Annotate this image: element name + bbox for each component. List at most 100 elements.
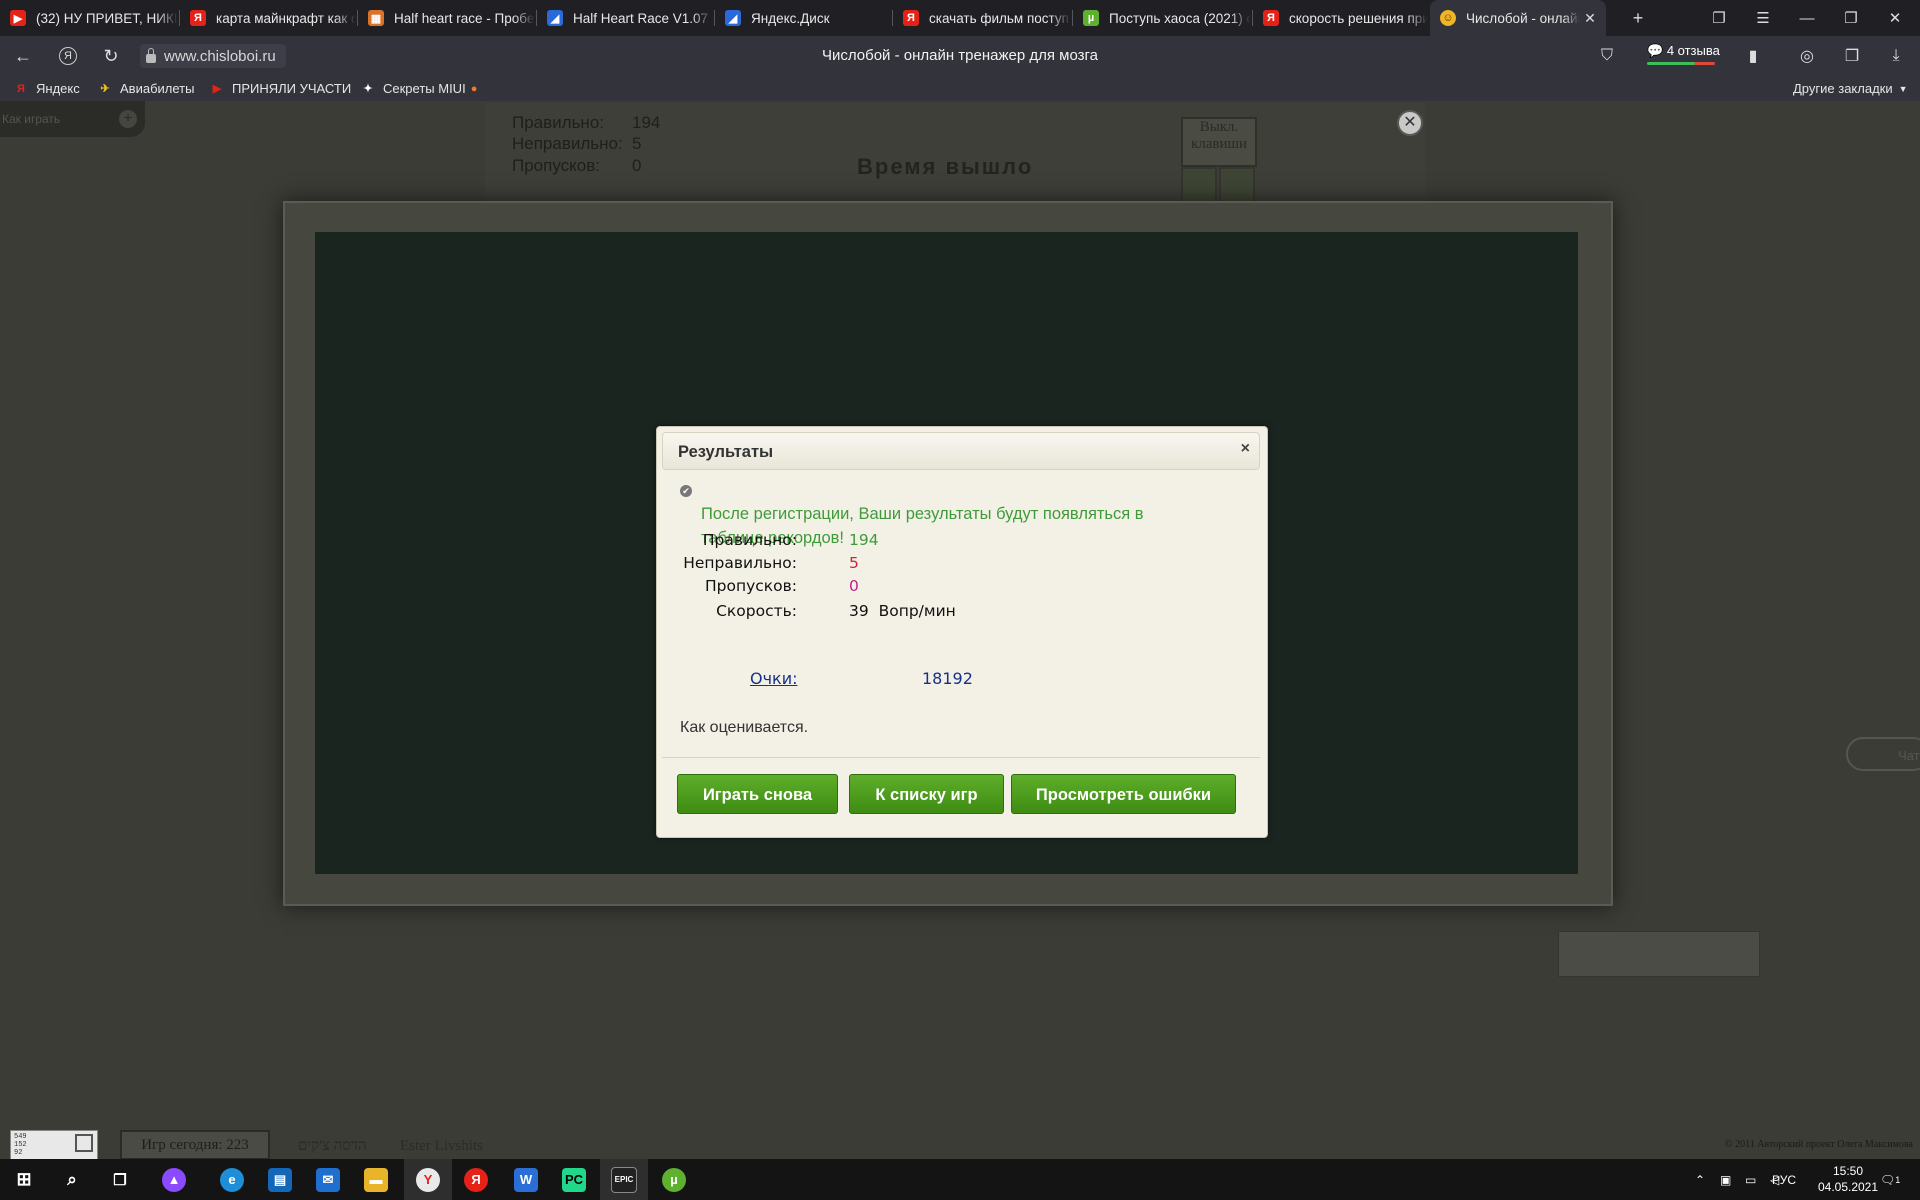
close-circle-icon[interactable]: ✕ [1397,110,1423,136]
utorrent-icon: µ [1083,10,1099,26]
keyboard-toggle-button[interactable]: Выкл. клавиши [1181,117,1257,167]
reviews-button[interactable]: 💬 4 отзыва [1647,43,1720,65]
bookmark-icon[interactable]: ▮ [1735,36,1771,76]
time-out-message: Время вышло [857,154,1034,179]
bookmark-item[interactable]: ✈ Авиабилеты [98,76,194,101]
result-value: 194 [849,531,879,549]
score-label-link[interactable]: Очки: [750,669,798,688]
divider [662,757,1260,758]
bookmark-item[interactable]: ✦ Секреты MIUI ● [361,76,477,101]
task-view-icon[interactable]: ❐ [96,1159,144,1200]
yandex-icon: Я [1263,10,1279,26]
explorer-icon[interactable]: ▬ [352,1159,400,1200]
tab-separator [892,10,893,26]
store-icon[interactable]: ▤ [256,1159,304,1200]
collections-icon[interactable]: ❐ [1834,36,1870,76]
yandex-icon: Я [190,10,206,26]
bookmark-item[interactable]: ▶ ПРИНЯЛИ УЧАСТИ [210,76,351,101]
address-bar: ← Я ↻ www.chisloboi.ru Числобой - онлайн… [0,36,1920,76]
tab-separator [179,10,180,26]
tab-close-icon[interactable]: ✕ [1580,10,1600,27]
wps-icon[interactable]: W [502,1159,550,1200]
start-windows-icon[interactable]: ⊞ [0,1159,48,1200]
games-list-button[interactable]: К списку игр [849,774,1004,814]
dialog-header: Результаты × [662,432,1260,470]
result-label: Правильно: [702,531,797,549]
url-field[interactable]: www.chisloboi.ru [140,44,286,68]
tab[interactable]: ◢ Half Heart Race V1.07 ( [537,0,713,36]
tab[interactable]: ☺ Числобой - онлайн тре✕ [1430,0,1606,36]
player-name-hebrew[interactable]: הדסה צ'קים [298,1138,367,1155]
tab[interactable]: ◢ Яндекс.Диск [715,0,891,36]
chat-button[interactable]: Чат [1846,737,1920,771]
yandex-icon: Я [903,10,919,26]
info-icon: ✔ [680,485,692,497]
language-indicator[interactable]: РУС [1772,1159,1796,1200]
pycharm-icon[interactable]: PC [550,1159,598,1200]
plus-icon[interactable]: + [119,110,137,128]
bookmark-label: Секреты MIUI [383,81,466,96]
close-icon[interactable]: × [1241,440,1250,458]
how-to-play-tab[interactable]: Как играть + [0,101,145,137]
tab-title: Числобой - онлайн тре [1466,10,1580,26]
eraser [1558,931,1760,977]
result-row: Пропусков: 0 [657,577,1267,599]
network-icon[interactable]: ▭ [1745,1159,1756,1200]
how-to-play-label: Как играть [2,112,61,126]
bookmark-item[interactable]: Я Яндекс [14,76,80,101]
epic-games-icon[interactable]: EPIC [600,1159,648,1200]
stat-skipped-value: 0 [632,156,642,175]
option-button-1[interactable] [1181,167,1217,203]
chevron-up-icon[interactable]: ⌃ [1695,1159,1705,1200]
new-tab-icon[interactable]: + [1623,0,1653,36]
tab-title: карта майнкрафт как с [216,10,356,26]
clock-date: 04.05.2021 [1817,1180,1879,1194]
clock[interactable]: 15:50 04.05.2021 [1808,1163,1888,1195]
visit-counter[interactable]: 549 152 92 [10,1130,98,1159]
games-today-badge: Игр сегодня: 223 [120,1130,270,1159]
tab[interactable]: ▶ (32) НУ ПРИВЕТ, НИКИТ [0,0,178,36]
utorrent-icon[interactable]: µ [650,1159,698,1200]
tab[interactable]: Яскорость решения при [1253,0,1428,36]
mail-icon[interactable]: ✉ [304,1159,352,1200]
tab-title: (32) НУ ПРИВЕТ, НИКИТ [36,10,178,26]
screen-icon[interactable]: ▣ [1720,1159,1731,1200]
yandex-browser-icon[interactable]: Y [404,1159,452,1200]
minimize-icon[interactable]: — [1785,0,1829,36]
tab[interactable]: Яскачать фильм поступ [893,0,1071,36]
tab[interactable]: Якарта майнкрафт как с [180,0,356,36]
counter-line: 92 [14,1149,23,1157]
menu-icon[interactable]: ☰ [1741,0,1785,36]
tab[interactable]: µ Поступь хаоса (2021) с [1073,0,1251,36]
tab[interactable]: ▦ Half heart race - Пробе [358,0,535,36]
restore-icon[interactable]: ❐ [1829,0,1873,36]
search-icon[interactable]: ⌕ [48,1159,96,1200]
other-bookmarks[interactable]: Другие закладки ▼ [1793,76,1908,101]
notification-count: 1 [1895,1174,1901,1185]
url-text: www.chisloboi.ru [164,47,276,65]
result-value: 0 [849,577,859,595]
view-errors-button[interactable]: Просмотреть ошибки [1011,774,1236,814]
results-dialog: Результаты × ✔ После регистрации, Ваши р… [656,426,1268,838]
player-name-latin[interactable]: Ester Livshits [400,1138,483,1155]
close-window-icon[interactable]: ✕ [1873,0,1917,36]
edge-icon[interactable]: e [208,1159,256,1200]
protect-icon[interactable]: ⛉ [1589,36,1625,76]
game-stats-panel [485,103,1425,201]
stat-correct-value: 194 [632,113,661,132]
notifications-icon[interactable]: 🗨 1 [1880,1159,1900,1200]
reader-mode-icon[interactable]: ◎ [1789,36,1825,76]
alice-icon[interactable]: ▲ [150,1159,198,1200]
yandex-icon[interactable]: Я [452,1159,500,1200]
youtube-icon: ▶ [212,83,222,95]
tab-separator [357,10,358,26]
page-title: Числобой - онлайн тренажер для мозга [821,47,1099,64]
play-again-button[interactable]: Играть снова [677,774,838,814]
option-button-2[interactable] [1219,167,1255,203]
back-icon[interactable]: ← [5,36,41,76]
reload-icon[interactable]: ↻ [93,36,129,76]
yandex-home-icon[interactable]: Я [50,36,86,76]
plane-icon: ✈ [100,83,110,95]
download-icon[interactable]: ⤓ [1878,36,1914,76]
tab-manager-icon[interactable]: ❐ [1697,0,1741,36]
